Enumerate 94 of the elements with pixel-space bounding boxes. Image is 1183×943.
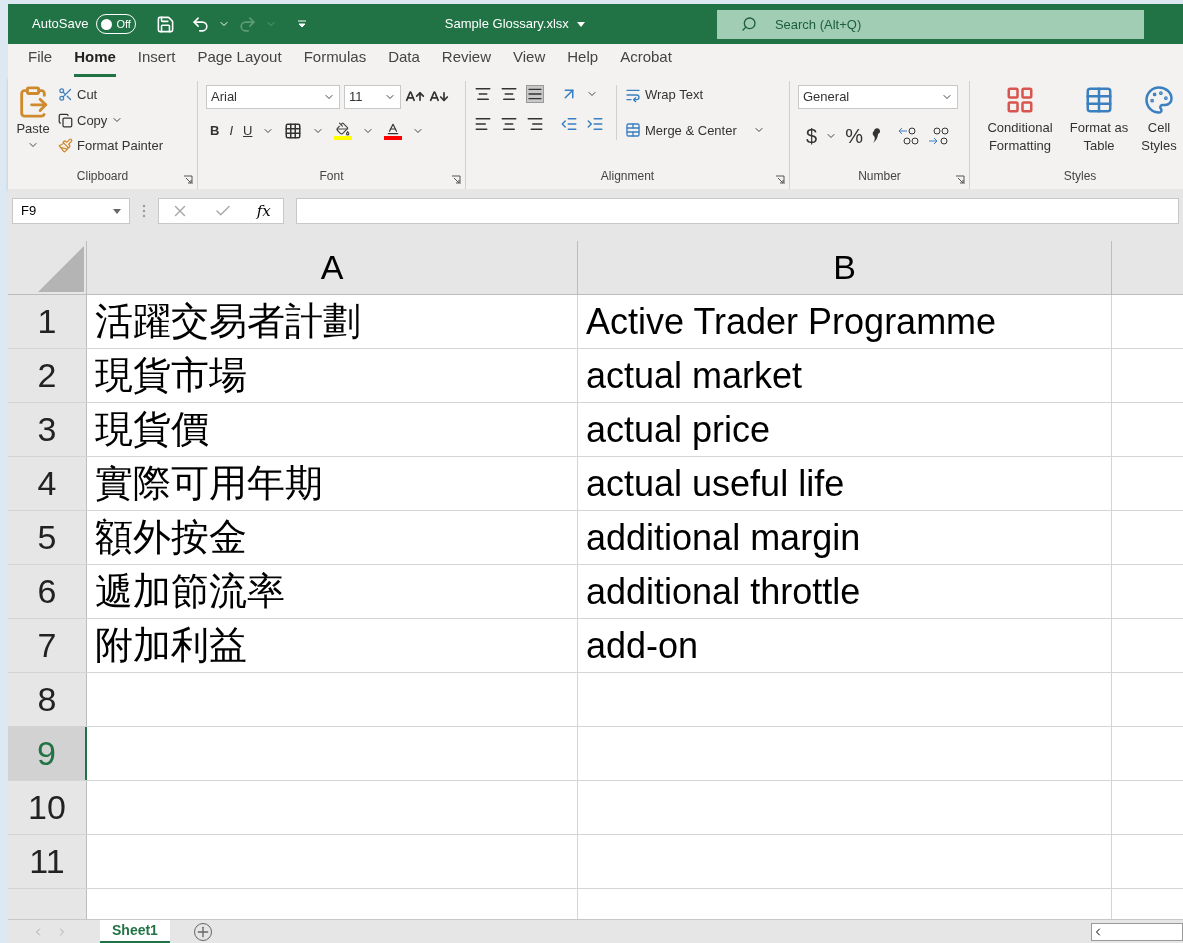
scissors-icon <box>58 87 73 103</box>
menu-tab[interactable]: Formulas <box>303 45 367 77</box>
table-cell-text: additional margin <box>586 515 861 560</box>
search-field[interactable]: Search (Alt+Q) <box>716 9 1144 39</box>
menu-tab[interactable]: Data <box>388 45 420 77</box>
table-cell-text: Active Trader Programme <box>586 299 997 344</box>
align-right-icon[interactable] <box>526 115 544 133</box>
format-painter-button[interactable]: Format Painter <box>58 136 163 156</box>
styles-button[interactable]: Cell Styles <box>1136 85 1182 167</box>
row-header[interactable]: 7 <box>8 619 87 672</box>
row-header[interactable]: 10 <box>8 781 87 834</box>
percent-button[interactable]: % <box>845 121 863 151</box>
row-header[interactable]: 2 <box>8 349 87 402</box>
table-cell-text: add-on <box>586 623 699 668</box>
table-cell-text: actual useful life <box>586 461 845 506</box>
decrease-indent-icon[interactable] <box>560 115 578 133</box>
menu-tab[interactable]: Help <box>567 45 599 77</box>
save-icon[interactable] <box>155 14 175 34</box>
menu-tab[interactable]: Acrobat <box>620 45 672 77</box>
comma-style-icon[interactable] <box>870 128 881 144</box>
align-bottom-icon[interactable] <box>526 85 544 103</box>
menu-tab[interactable]: File <box>28 45 53 77</box>
increase-indent-icon[interactable] <box>586 115 604 133</box>
dialog-launcher-icon[interactable] <box>775 175 785 185</box>
row-header[interactable]: 4 <box>8 457 87 510</box>
column-header[interactable]: B <box>578 241 1112 294</box>
font-size-dropdown[interactable]: 11 <box>344 85 401 109</box>
font-color-icon[interactable] <box>384 121 403 140</box>
table-cell-text: 實際可用年期 <box>95 461 323 506</box>
menu-tab[interactable]: View <box>513 45 546 77</box>
more-icon <box>142 204 146 218</box>
group-label: Alignment <box>600 168 655 185</box>
group-label: Font <box>319 168 344 185</box>
formula-field[interactable] <box>296 198 1179 224</box>
table-cell-text: additional throttle <box>586 569 861 614</box>
dialog-launcher-icon[interactable] <box>955 175 965 185</box>
menu-tab[interactable]: Insert <box>137 45 176 77</box>
italic-button[interactable]: I <box>229 121 233 141</box>
customize-icon[interactable] <box>296 19 307 29</box>
dialog-launcher-icon[interactable] <box>183 175 193 185</box>
row-header[interactable]: 1 <box>8 295 87 348</box>
copy-icon <box>58 112 73 128</box>
row-header[interactable]: 11 <box>8 835 87 888</box>
styles-button[interactable]: Conditional Formatting <box>978 85 1062 167</box>
cut-button[interactable]: Cut <box>58 85 163 105</box>
table-cell-text: 額外按金 <box>95 515 247 560</box>
undo-icon[interactable] <box>190 14 210 34</box>
menu-tab[interactable]: Page Layout <box>197 45 282 77</box>
table-cell-text: 現貨市場 <box>95 353 247 398</box>
styles-button[interactable]: Format as Table <box>1066 85 1132 167</box>
search-icon <box>740 15 757 32</box>
group-label: Styles <box>1063 168 1097 185</box>
file-name-button[interactable]: Sample Glossary.xlsx <box>444 14 585 34</box>
name-box[interactable]: F9 <box>12 198 130 224</box>
autosave-label: AutoSave <box>32 15 89 34</box>
group-label: Number <box>858 168 901 185</box>
align-top-icon[interactable] <box>474 85 492 103</box>
merge-center-button[interactable]: Merge & Center <box>625 120 765 140</box>
brush-icon <box>58 138 73 154</box>
group-label: Clipboard <box>76 168 129 185</box>
sheet-tab[interactable]: Sheet1 <box>100 920 170 943</box>
bold-button[interactable]: B <box>210 121 220 141</box>
paste-button[interactable]: Paste <box>16 85 50 156</box>
row-header[interactable]: 6 <box>8 565 87 618</box>
menu-tab[interactable]: Review <box>441 45 491 77</box>
align-middle-icon[interactable] <box>500 85 518 103</box>
align-center-icon[interactable] <box>500 115 518 133</box>
copy-button[interactable]: Copy <box>58 110 163 130</box>
table-cell-text: 現貨價 <box>95 407 209 452</box>
column-header[interactable]: A <box>87 241 578 294</box>
table-cell-text: 活躍交易者計劃 <box>95 299 361 344</box>
fill-color-icon[interactable] <box>334 121 353 140</box>
increase-decimal-icon[interactable] <box>896 126 919 146</box>
row-header[interactable]: 9 <box>8 727 87 780</box>
row-header[interactable]: 8 <box>8 673 87 726</box>
caret-icon <box>576 21 585 27</box>
number-format-dropdown[interactable]: General <box>798 85 958 109</box>
dialog-launcher-icon[interactable] <box>451 175 461 185</box>
table-cell-text: 遞加節流率 <box>95 569 285 614</box>
row-header[interactable]: 3 <box>8 403 87 456</box>
underline-button[interactable]: U <box>243 121 253 141</box>
table-cell-text: actual price <box>586 407 771 452</box>
table-cell-text: actual market <box>586 353 803 398</box>
caret-icon <box>113 208 121 214</box>
borders-icon[interactable] <box>284 121 303 140</box>
align-left-icon[interactable] <box>474 115 492 133</box>
merge-icon <box>625 122 641 139</box>
decrease-decimal-icon[interactable] <box>926 126 949 146</box>
insert-function-button[interactable]: fx <box>256 199 271 223</box>
font-name-dropdown[interactable]: Arial <box>206 85 340 109</box>
table-cell-text: 附加利益 <box>95 623 247 668</box>
wrap-text-button[interactable]: Wrap Text <box>625 85 765 105</box>
currency-button[interactable]: $ <box>806 121 818 151</box>
row-header[interactable]: 5 <box>8 511 87 564</box>
